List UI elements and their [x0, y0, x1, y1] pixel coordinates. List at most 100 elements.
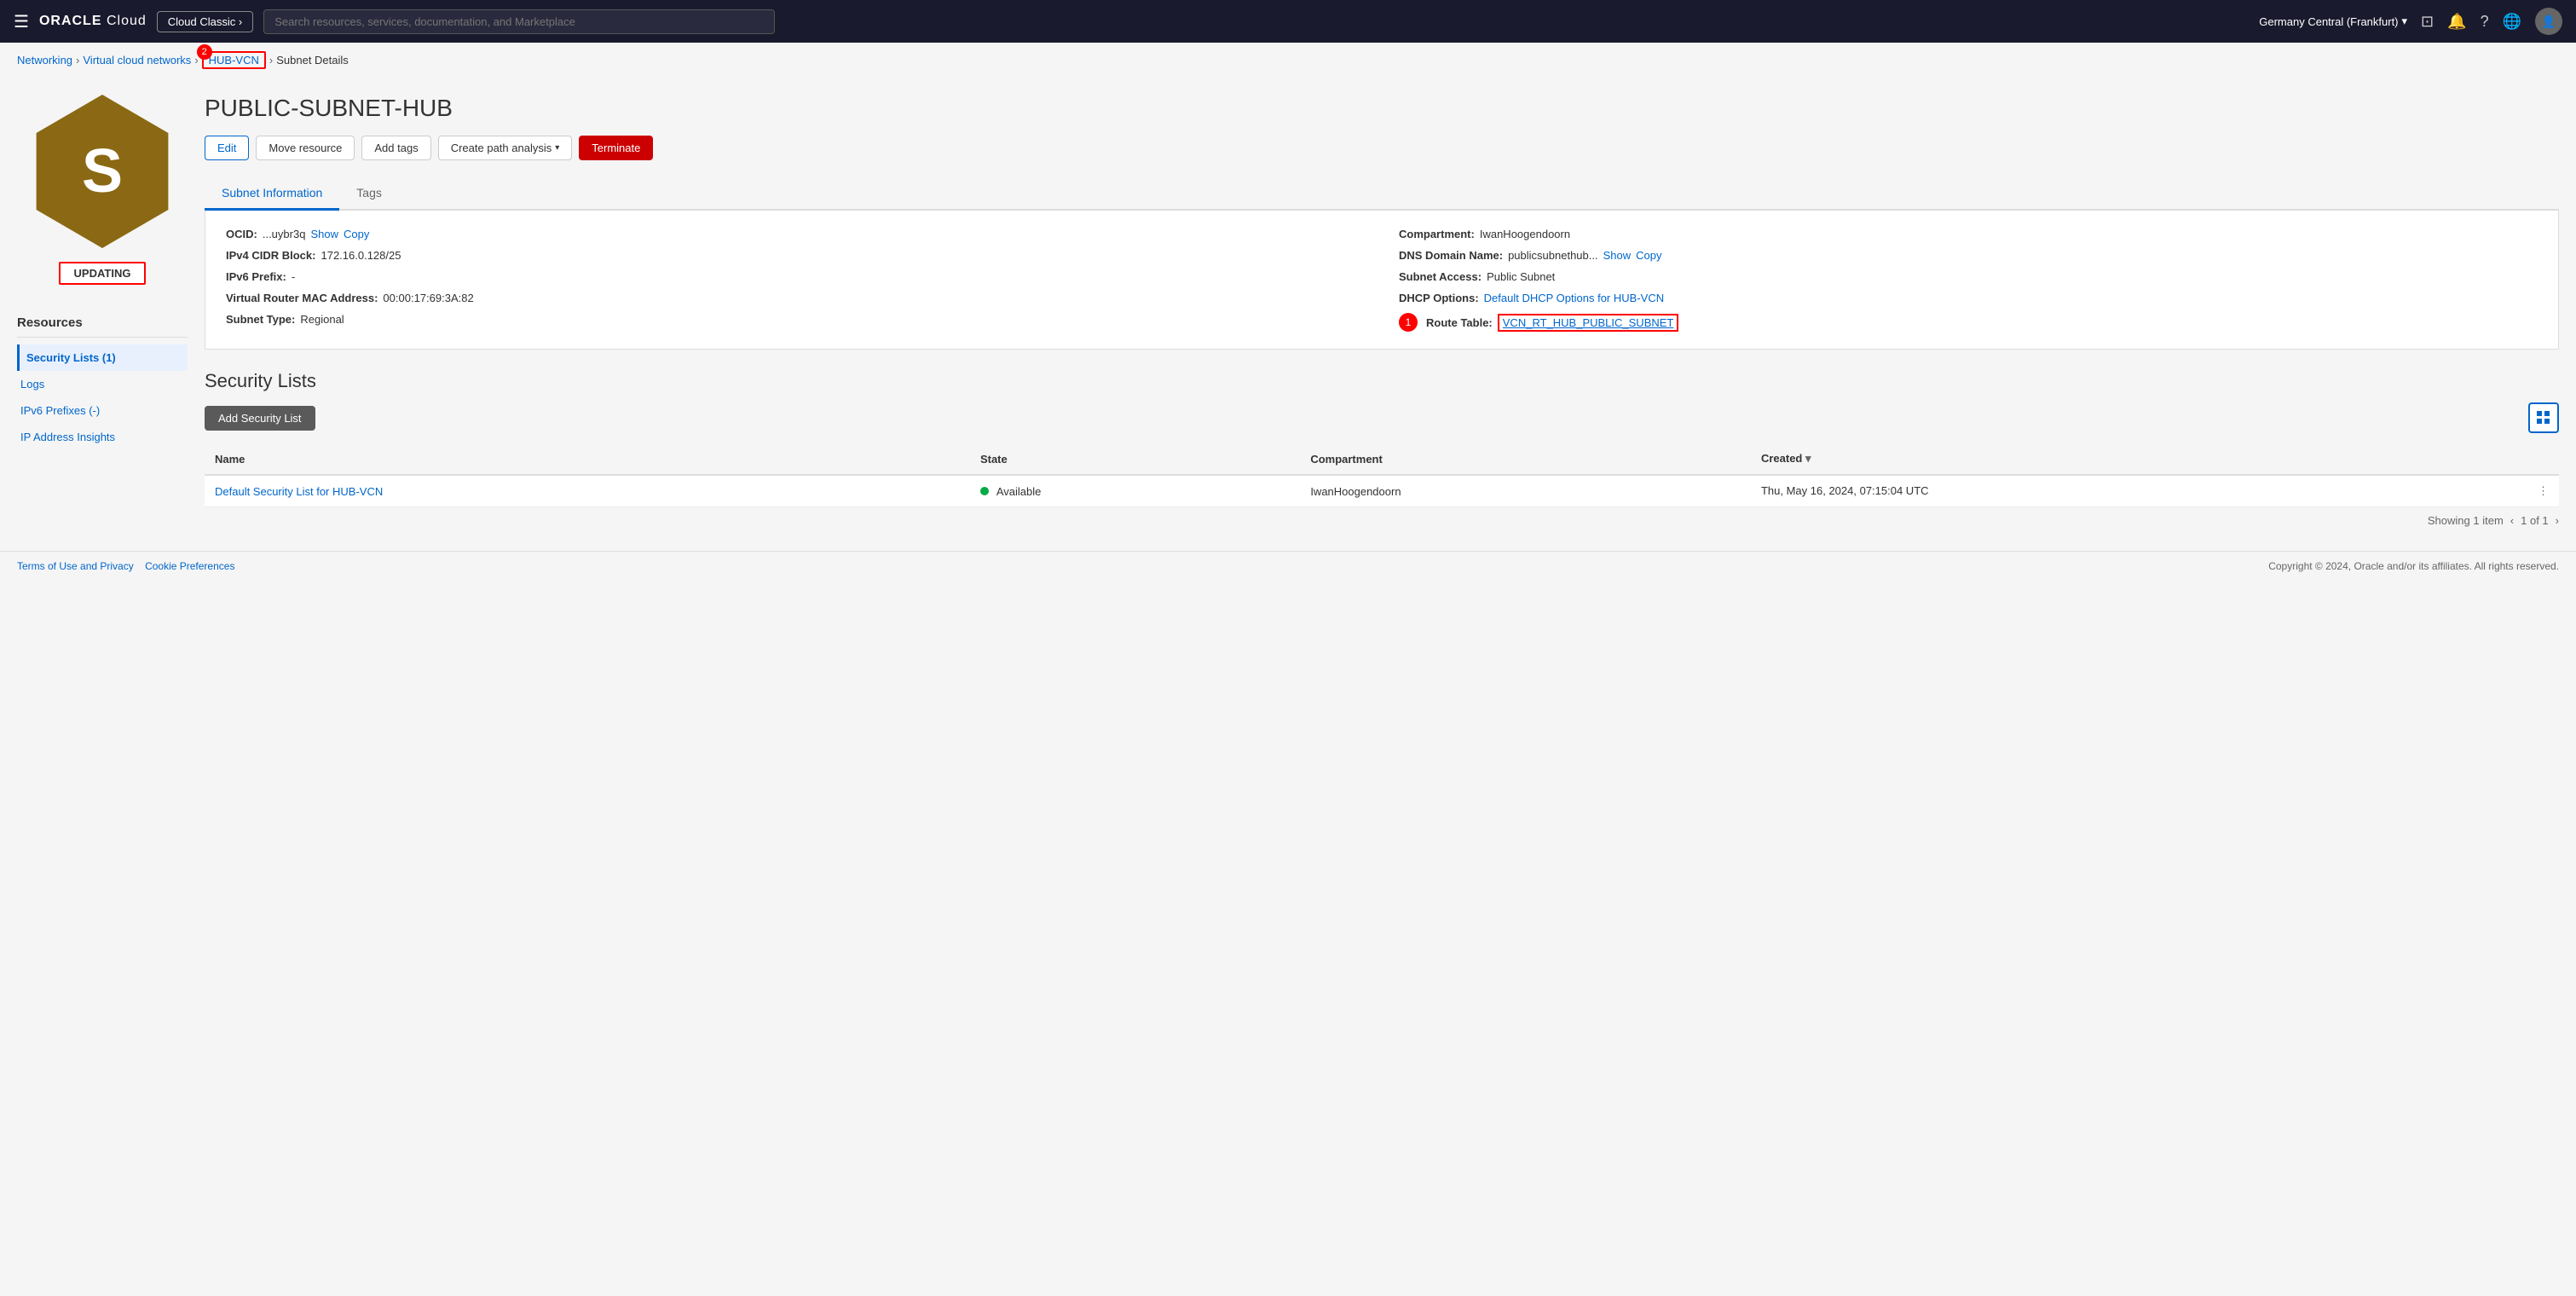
add-tags-button[interactable]: Add tags — [361, 136, 430, 160]
footer-left: Terms of Use and Privacy Cookie Preferen… — [17, 560, 234, 572]
top-navigation: ☰ ORACLE Cloud Cloud Classic › Germany C… — [0, 0, 2576, 43]
cloud-classic-button[interactable]: Cloud Classic › — [157, 11, 253, 32]
subnet-type-value: Regional — [300, 313, 344, 326]
grid-icon — [2536, 410, 2551, 425]
dns-show-link[interactable]: Show — [1603, 249, 1632, 262]
row-compartment: IwanHoogendoorn — [1300, 475, 1751, 507]
globe-icon[interactable]: 🌐 — [2503, 13, 2521, 31]
dhcp-options-row: DHCP Options: Default DHCP Options for H… — [1399, 292, 2538, 304]
ocid-row: OCID: ...uybr3q Show Copy — [226, 228, 1365, 240]
compartment-row: Compartment: IwanHoogendoorn — [1399, 228, 2538, 240]
cookie-link[interactable]: Cookie Preferences — [145, 560, 234, 572]
sidebar-item-ipv6-prefixes[interactable]: IPv6 Prefixes (-) — [17, 397, 188, 424]
move-resource-button[interactable]: Move resource — [256, 136, 355, 160]
pagination-next[interactable]: › — [2556, 514, 2559, 527]
row-created: Thu, May 16, 2024, 07:15:04 UTC ⋮ — [1751, 475, 2559, 507]
help-icon[interactable]: ? — [2481, 13, 2489, 31]
main-content: S UPDATING Resources Security Lists (1) … — [0, 78, 2576, 551]
info-grid: OCID: ...uybr3q Show Copy IPv4 CIDR Bloc… — [226, 228, 2538, 332]
page-footer: Terms of Use and Privacy Cookie Preferen… — [0, 551, 2576, 581]
sort-icon[interactable]: ▾ — [1805, 452, 1811, 465]
ipv4-cidr-row: IPv4 CIDR Block: 172.16.0.128/25 — [226, 249, 1365, 262]
action-buttons: Edit Move resource Add tags Create path … — [205, 136, 2559, 160]
route-table-label: Route Table: — [1426, 316, 1493, 329]
sidebar-item-logs[interactable]: Logs — [17, 371, 188, 397]
right-panel: PUBLIC-SUBNET-HUB Edit Move resource Add… — [205, 95, 2559, 534]
nav-right-section: Germany Central (Frankfurt) ▾ ⊡ 🔔 ? 🌐 👤 — [2259, 8, 2562, 35]
route-table-row: 1 Route Table: VCN_RT_HUB_PUBLIC_SUBNET — [1399, 313, 2538, 332]
route-table-link[interactable]: VCN_RT_HUB_PUBLIC_SUBNET — [1498, 314, 1679, 332]
ocid-copy-link[interactable]: Copy — [344, 228, 369, 240]
ocid-show-link[interactable]: Show — [310, 228, 338, 240]
grid-view-button[interactable] — [2528, 402, 2559, 433]
dhcp-options-link[interactable]: Default DHCP Options for HUB-VCN — [1484, 292, 1664, 304]
resources-section: Resources Security Lists (1) Logs IPv6 P… — [17, 315, 188, 450]
breadcrumb: Networking › Virtual cloud networks › HU… — [0, 43, 2576, 78]
dns-domain-label: DNS Domain Name: — [1399, 249, 1503, 262]
subnet-access-value: Public Subnet — [1487, 270, 1555, 283]
ipv6-prefix-row: IPv6 Prefix: - — [226, 270, 1365, 283]
compartment-label: Compartment: — [1399, 228, 1475, 240]
left-panel: S UPDATING Resources Security Lists (1) … — [17, 95, 188, 534]
bell-icon[interactable]: 🔔 — [2447, 13, 2466, 31]
breadcrumb-current: Subnet Details — [276, 54, 349, 67]
add-security-list-button[interactable]: Add Security List — [205, 406, 315, 431]
subnet-icon-container: S — [26, 95, 179, 248]
status-badge: UPDATING — [59, 262, 147, 285]
col-state: State — [970, 443, 1300, 475]
pagination-prev[interactable]: ‹ — [2510, 514, 2514, 527]
sidebar-item-ip-address-insights[interactable]: IP Address Insights — [17, 424, 188, 450]
ocid-label: OCID: — [226, 228, 257, 240]
virtual-router-mac-value: 00:00:17:69:3A:82 — [383, 292, 473, 304]
dropdown-arrow-icon: ▾ — [555, 143, 559, 153]
info-right-column: Compartment: IwanHoogendoorn DNS Domain … — [1399, 228, 2538, 332]
edit-button[interactable]: Edit — [205, 136, 249, 160]
sidebar-item-security-lists[interactable]: Security Lists (1) — [17, 344, 188, 371]
subnet-access-label: Subnet Access: — [1399, 270, 1481, 283]
table-toolbar: Add Security List — [205, 402, 2559, 433]
page-title: PUBLIC-SUBNET-HUB — [205, 95, 2559, 122]
breadcrumb-virtual-cloud-networks[interactable]: Virtual cloud networks — [83, 54, 191, 67]
status-available-dot — [980, 487, 989, 495]
subnet-letter: S — [82, 136, 123, 206]
resources-title: Resources — [17, 315, 188, 338]
row-actions-icon[interactable]: ⋮ — [2538, 484, 2549, 498]
table-row: Default Security List for HUB-VCN Availa… — [205, 475, 2559, 507]
breadcrumb-networking[interactable]: Networking — [17, 54, 72, 67]
security-lists-title: Security Lists — [205, 370, 2559, 392]
dns-copy-link[interactable]: Copy — [1636, 249, 1661, 262]
table-footer: Showing 1 item ‹ 1 of 1 › — [205, 507, 2559, 534]
pagination-current: 1 of 1 — [2521, 514, 2549, 527]
ipv4-cidr-label: IPv4 CIDR Block: — [226, 249, 315, 262]
ipv4-cidr-value: 172.16.0.128/25 — [321, 249, 401, 262]
footer-copyright: Copyright © 2024, Oracle and/or its affi… — [2268, 560, 2559, 572]
row-state: Available — [970, 475, 1300, 507]
region-selector[interactable]: Germany Central (Frankfurt) ▾ — [2259, 14, 2407, 28]
oracle-logo: ORACLE Cloud — [39, 14, 147, 29]
screen-icon[interactable]: ⊡ — [2421, 13, 2434, 31]
global-search-input[interactable] — [263, 9, 775, 34]
ocid-value: ...uybr3q — [263, 228, 306, 240]
showing-items: Showing 1 item — [2428, 514, 2504, 527]
hamburger-menu-icon[interactable]: ☰ — [14, 11, 29, 32]
ipv6-prefix-label: IPv6 Prefix: — [226, 270, 286, 283]
tab-subnet-information[interactable]: Subnet Information — [205, 177, 339, 211]
subnet-info-panel: OCID: ...uybr3q Show Copy IPv4 CIDR Bloc… — [205, 211, 2559, 350]
subnet-hexagon: S — [26, 95, 179, 248]
terms-link[interactable]: Terms of Use and Privacy — [17, 560, 134, 572]
create-path-analysis-button[interactable]: Create path analysis ▾ — [438, 136, 573, 160]
dns-domain-row: DNS Domain Name: publicsubnethub... Show… — [1399, 249, 2538, 262]
security-list-name-link[interactable]: Default Security List for HUB-VCN — [215, 485, 383, 498]
security-lists-table: Name State Compartment Created ▾ Default… — [205, 443, 2559, 507]
info-tabs: Subnet Information Tags — [205, 177, 2559, 211]
tab-tags[interactable]: Tags — [339, 177, 399, 211]
terminate-button[interactable]: Terminate — [579, 136, 653, 160]
virtual-router-mac-label: Virtual Router MAC Address: — [226, 292, 378, 304]
info-left-column: OCID: ...uybr3q Show Copy IPv4 CIDR Bloc… — [226, 228, 1365, 332]
subnet-type-row: Subnet Type: Regional — [226, 313, 1365, 326]
breadcrumb-hub-vcn[interactable]: HUB-VCN 2 — [202, 51, 266, 69]
col-created: Created ▾ — [1751, 443, 2559, 475]
user-avatar[interactable]: 👤 — [2535, 8, 2562, 35]
col-name: Name — [205, 443, 970, 475]
breadcrumb-sep-3: › — [269, 54, 273, 67]
